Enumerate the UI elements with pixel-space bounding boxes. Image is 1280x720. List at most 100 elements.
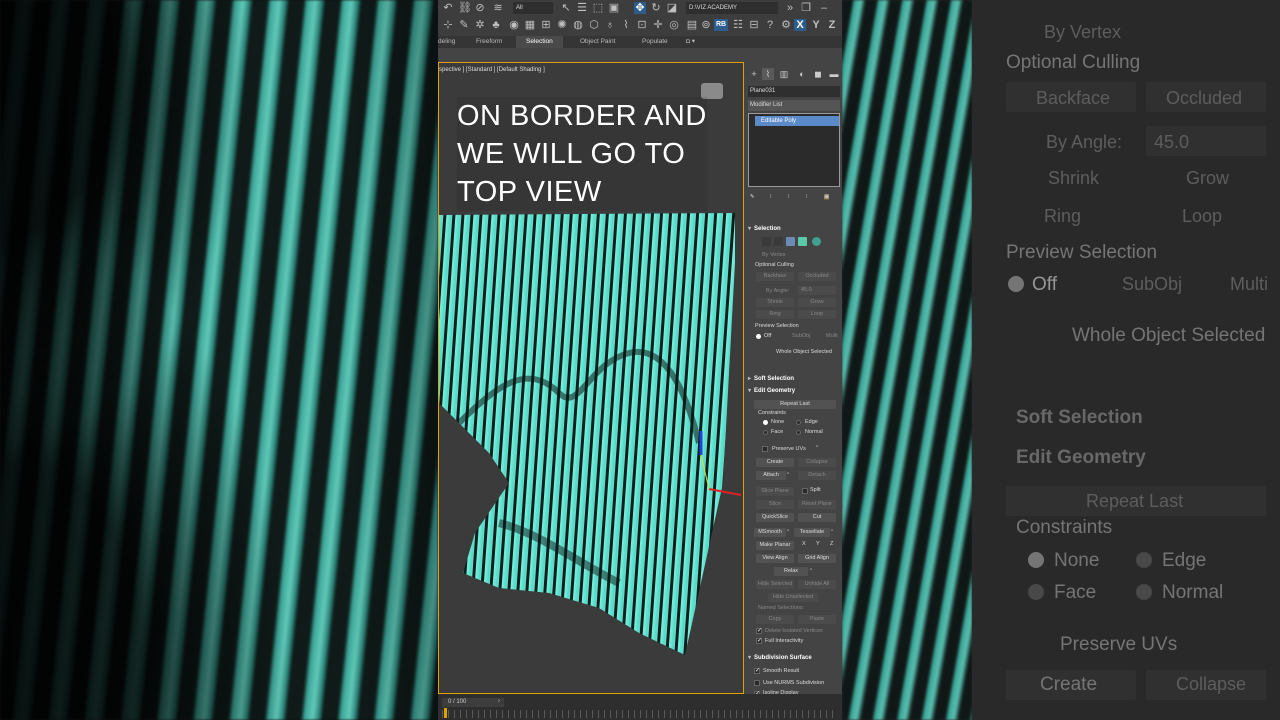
grid-align-button[interactable]: Grid Align — [798, 554, 836, 563]
repeat-last-button[interactable]: Repeat Last — [754, 400, 836, 409]
compass-icon[interactable]: ✛ — [652, 19, 664, 31]
modify-tab-icon[interactable]: ⌇ — [762, 68, 774, 80]
hide-unselected-button[interactable]: Hide Unselected — [768, 593, 818, 602]
polygon-mode-icon[interactable] — [798, 237, 807, 246]
planar-z-button[interactable]: Z — [830, 541, 833, 547]
constraint-normal-radio[interactable] — [796, 430, 801, 435]
soft-selection-rollout-header[interactable]: ▸ Soft Selection — [748, 375, 840, 382]
camera-icon[interactable]: ▦ — [524, 19, 536, 31]
ribbon-options-icon[interactable]: ◘ ▾ — [686, 36, 695, 48]
star-icon[interactable]: ✲ — [474, 19, 486, 31]
make-unique-icon[interactable]: ⁞ — [788, 194, 790, 200]
layers-icon[interactable]: ▤ — [686, 19, 698, 31]
tab-selection[interactable]: Selection — [516, 36, 563, 48]
preserve-uvs-settings-icon[interactable]: ▫ — [816, 444, 818, 450]
slice-plane-button[interactable]: Slice Plane — [756, 487, 794, 496]
create-button[interactable]: Create — [756, 458, 794, 467]
timeline-ruler[interactable] — [442, 710, 834, 718]
next-frame-icon[interactable]: › — [498, 698, 500, 704]
axis-y-button[interactable]: Y — [810, 19, 822, 31]
perspective-viewport[interactable]: spective ] [Standard ] [Default Shading … — [438, 62, 744, 694]
by-angle-label[interactable]: By Angle: — [766, 288, 789, 294]
subdivision-rollout-header[interactable]: ▾ Subdivision Surface — [748, 654, 840, 661]
spinner-icon[interactable]: ⊚ — [700, 19, 712, 31]
help-icon[interactable]: ? — [764, 19, 776, 31]
vertex-mode-icon[interactable] — [762, 237, 771, 246]
tree-icon[interactable]: ♣ — [490, 19, 502, 31]
selection-filter-select[interactable]: All — [513, 2, 553, 14]
undo-icon[interactable]: ↶ — [442, 2, 454, 14]
eye-icon[interactable]: ◎ — [668, 19, 680, 31]
grid-icon[interactable]: ⊞ — [540, 19, 552, 31]
wave-icon[interactable]: ⌇ — [620, 19, 632, 31]
occluded-button[interactable]: Occluded — [798, 272, 836, 281]
delete-isolated-checkbox[interactable]: ✓ — [756, 628, 762, 634]
shrink-button[interactable]: Shrink — [756, 298, 794, 307]
planar-y-button[interactable]: Y — [816, 541, 820, 547]
constraint-edge-radio[interactable] — [796, 420, 801, 425]
workspace-select[interactable]: D:\VIZ ACADEMY — [686, 2, 778, 14]
split-checkbox[interactable] — [802, 488, 808, 494]
time-cursor[interactable] — [444, 708, 447, 718]
tab-object-paint[interactable]: Object Paint — [580, 36, 615, 48]
tab-populate[interactable]: Populate — [642, 36, 668, 48]
unhide-all-button[interactable]: Unhide All — [798, 580, 836, 589]
move-icon[interactable]: ✥ — [634, 2, 646, 14]
render-icon[interactable]: ◍ — [572, 19, 584, 31]
window-crossing-icon[interactable]: ▣ — [608, 2, 620, 14]
axis-z-button[interactable]: Z — [826, 19, 838, 31]
create-tab-icon[interactable]: + — [748, 68, 760, 80]
modifier-list-dropdown[interactable]: Modifier List — [748, 100, 840, 111]
planar-x-button[interactable]: X — [802, 541, 806, 547]
select-object-icon[interactable]: ↖ — [560, 2, 572, 14]
constraint-none-radio[interactable] — [763, 420, 768, 425]
slice-button[interactable]: Slice — [756, 500, 794, 509]
make-planar-button[interactable]: Make Planar — [756, 541, 794, 550]
msmooth-button[interactable]: MSmooth — [754, 528, 786, 537]
axis-x-button[interactable]: X — [794, 19, 806, 31]
utilities-tab-icon[interactable]: ▬ — [828, 68, 840, 80]
angle-spinner[interactable]: 45.0 — [798, 286, 836, 295]
cut-button[interactable]: Cut — [798, 513, 836, 522]
paste-button[interactable]: Paste — [798, 615, 836, 624]
configure-icon[interactable]: ▦ — [824, 194, 830, 200]
paint-icon[interactable]: ✎ — [458, 19, 470, 31]
full-interactivity-checkbox[interactable]: ✓ — [756, 638, 762, 644]
settings-icon[interactable]: ⚙ — [780, 19, 792, 31]
constraint-face-radio[interactable] — [763, 430, 768, 435]
selection-rollout-header[interactable]: ▾ Selection — [748, 225, 840, 232]
backface-button[interactable]: Backface — [756, 272, 794, 281]
loop-button[interactable]: Loop — [798, 310, 836, 319]
smooth-result-checkbox[interactable]: ✓ — [754, 668, 760, 674]
light-icon[interactable]: ✺ — [556, 19, 568, 31]
quickslice-button[interactable]: QuickSlice — [756, 513, 794, 522]
minimize-icon[interactable]: – — [818, 2, 830, 14]
grow-button[interactable]: Grow — [798, 298, 836, 307]
time-slider[interactable]: 0 / 100 › — [438, 694, 842, 720]
hide-selected-button[interactable]: Hide Selected — [756, 580, 794, 589]
ring-button[interactable]: Ring — [756, 310, 794, 319]
snap-icon[interactable]: ⊹ — [442, 19, 454, 31]
tessellate-settings-icon[interactable]: ▫ — [831, 528, 833, 534]
preserve-uvs-checkbox[interactable] — [762, 446, 768, 452]
relax-settings-icon[interactable]: ▫ — [810, 567, 812, 573]
tab-modeling[interactable]: deling — [438, 36, 455, 48]
pin-icon[interactable]: ✎ — [750, 194, 755, 200]
rotate-icon[interactable]: ↻ — [650, 2, 662, 14]
detach-button[interactable]: Detach — [798, 471, 836, 480]
bind-icon[interactable]: ≋ — [492, 2, 504, 14]
reset-plane-button[interactable]: Reset Plane — [798, 500, 836, 509]
edit-geometry-rollout-header[interactable]: ▾ Edit Geometry — [748, 387, 840, 394]
link-icon[interactable]: ⛓ — [458, 2, 472, 14]
modifier-stack[interactable]: Editable Poly — [748, 113, 840, 187]
frame-counter[interactable]: 0 / 100 — [442, 698, 504, 707]
restore-icon[interactable]: ❐ — [800, 2, 812, 14]
network-icon[interactable]: ⊡ — [636, 19, 648, 31]
show-end-icon[interactable]: ⁞ — [770, 194, 772, 200]
attach-button[interactable]: Attach — [756, 471, 786, 480]
list-icon[interactable]: ☷ — [732, 19, 744, 31]
rb-button[interactable]: RB — [714, 19, 728, 31]
use-nurms-checkbox[interactable] — [754, 680, 760, 686]
preview-multi-label[interactable]: Multi — [826, 333, 838, 339]
more-icon[interactable]: » — [784, 2, 796, 14]
